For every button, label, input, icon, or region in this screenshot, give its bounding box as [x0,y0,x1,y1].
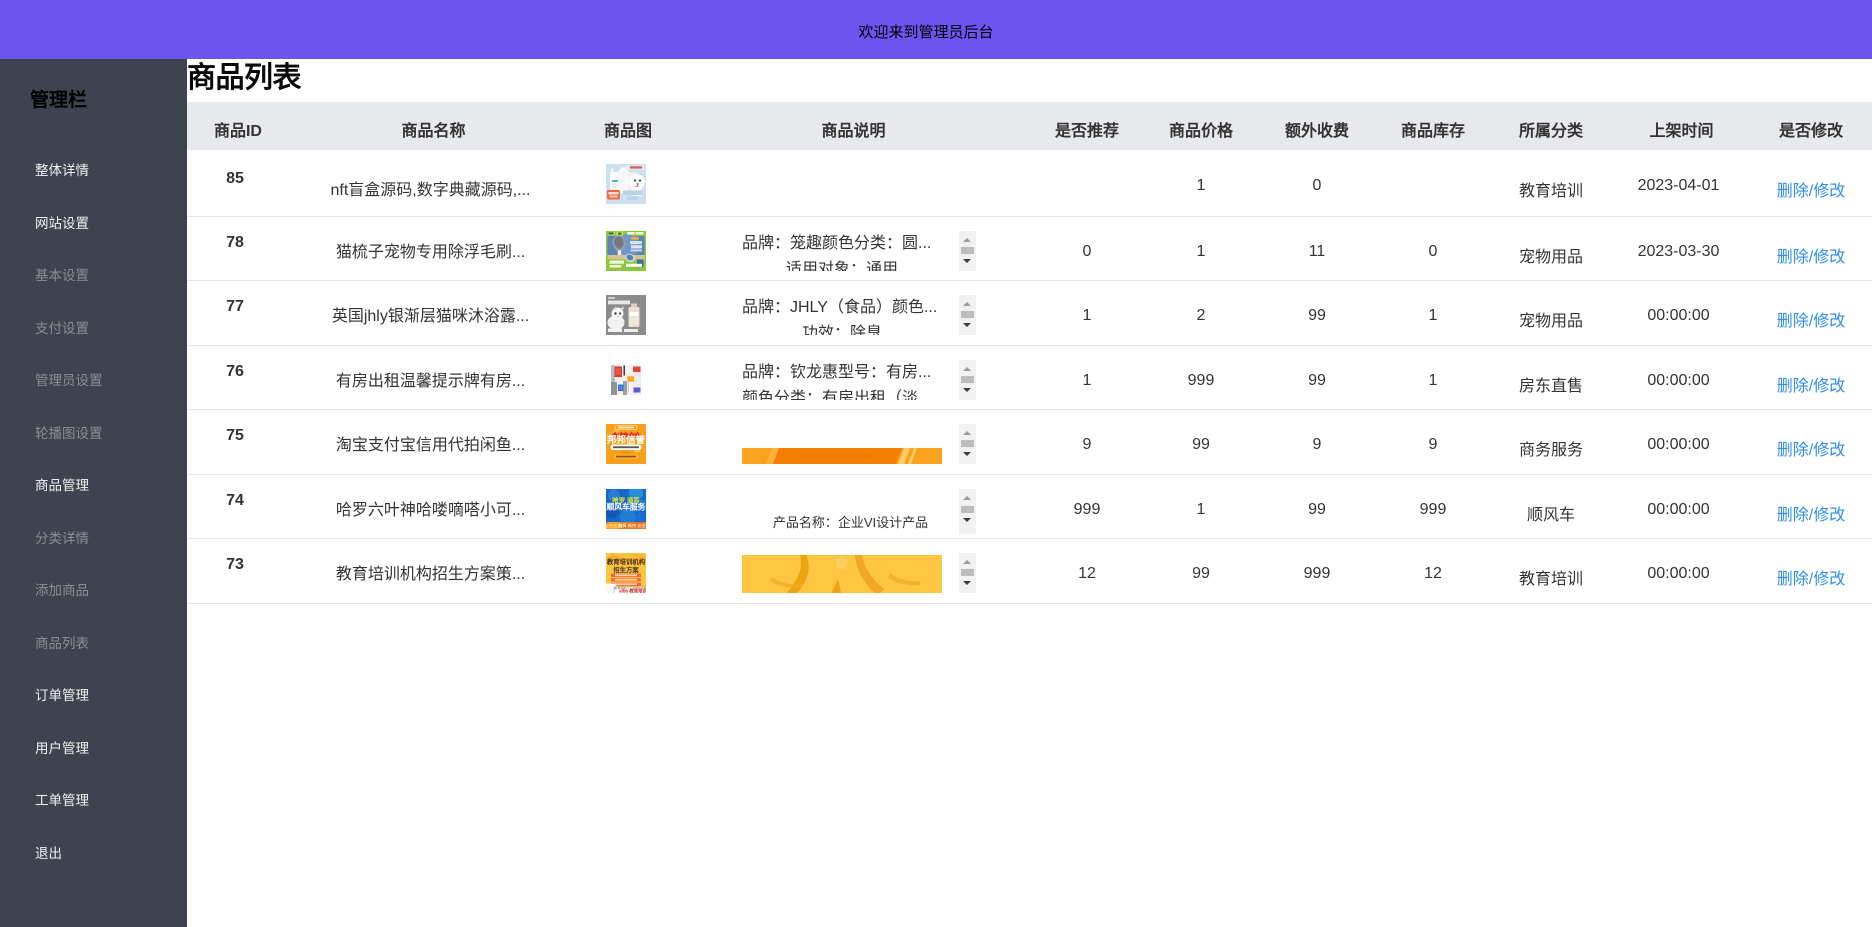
svg-text:邦邦信誉: 邦邦信誉 [607,433,646,445]
svg-text:招生方案: 招生方案 [613,565,639,574]
svg-text:教育培训机构: 教育培训机构 [607,557,646,566]
svg-text:albb 教育培训: albb 教育培训 [619,587,646,592]
svg-text:顺风车服务: 顺风车服务 [606,501,645,511]
svg-text:划算 畅快 安全: 划算 畅快 安全 [618,522,646,529]
